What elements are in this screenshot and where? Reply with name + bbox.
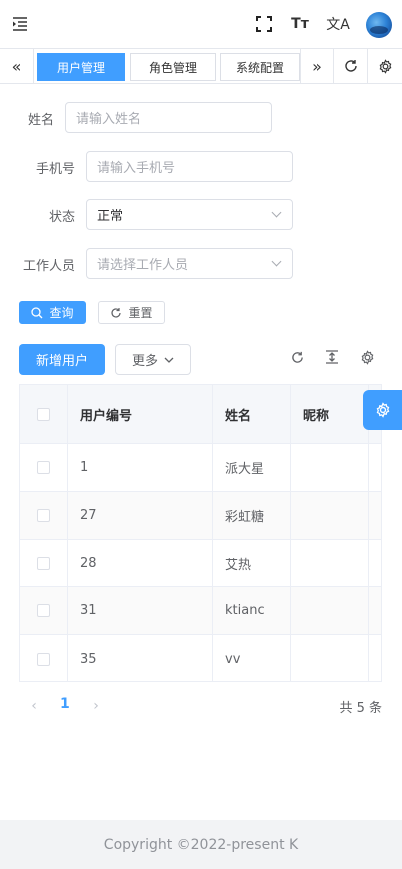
cell-nickname (291, 444, 369, 491)
tab-user-management[interactable]: 用户管理 (37, 53, 125, 81)
table-row: 1 派大星 (20, 444, 381, 492)
cell-overflow (369, 587, 381, 634)
table-row: 31 ktianc (20, 587, 381, 635)
scroll-right-icon[interactable]: » (300, 49, 334, 83)
phone-input[interactable]: 请输入手机号 (86, 151, 293, 182)
tab-role-management[interactable]: 角色管理 (130, 53, 216, 81)
row-checkbox[interactable] (37, 461, 50, 474)
menu-fold-icon[interactable] (8, 12, 32, 36)
cell-id: 35 (68, 635, 213, 681)
cell-overflow (369, 635, 381, 681)
phone-label: 手机号 (35, 162, 75, 177)
cell-overflow (369, 540, 381, 586)
cell-overflow (369, 444, 381, 491)
reset-button[interactable]: 重置 (98, 301, 165, 324)
translate-icon[interactable]: 文A (326, 12, 350, 36)
cell-overflow (369, 492, 381, 539)
next-page-icon[interactable]: › (88, 698, 104, 714)
refresh-icon (111, 307, 122, 318)
query-label: 查询 (49, 306, 74, 320)
cell-nickname (291, 635, 369, 681)
reset-label: 重置 (128, 306, 153, 320)
row-select-cell (20, 492, 68, 539)
tags-view-bar: « 用户管理 角色管理 系统配置 » (0, 48, 402, 84)
cell-name: 艾热 (213, 540, 291, 586)
cell-name: vv (213, 635, 291, 681)
cell-name: ktianc (213, 587, 291, 634)
table-row: 27 彩虹糖 (20, 492, 381, 540)
name-label: 姓名 (27, 113, 54, 128)
scroll-left-icon[interactable]: « (0, 49, 34, 83)
fullscreen-icon[interactable] (252, 12, 276, 36)
row-select-cell (20, 444, 68, 491)
prev-page-icon[interactable]: ‹ (26, 698, 42, 714)
status-select[interactable]: 正常 (86, 199, 293, 230)
column-height-icon[interactable] (323, 348, 341, 366)
column-header-id: 用户编号 (68, 385, 213, 443)
gear-icon (376, 402, 389, 418)
app-header: Tт 文A (0, 0, 402, 48)
cell-name: 彩虹糖 (213, 492, 291, 539)
query-button[interactable]: 查询 (19, 301, 86, 324)
column-header-name: 姓名 (213, 385, 291, 443)
cell-id: 28 (68, 540, 213, 586)
row-select-cell (20, 635, 68, 681)
floating-settings-button[interactable] (363, 390, 402, 430)
row-select-cell (20, 587, 68, 634)
page-footer: Copyright ©2022-present K (0, 820, 402, 869)
copyright-text: Copyright ©2022-present K (103, 836, 299, 853)
status-label: 状态 (48, 210, 75, 225)
user-table: 用户编号 姓名 昵称 1 派大星 27 彩虹糖 28 艾热 31 ktianc … (19, 384, 382, 682)
worker-label: 工作人员 (22, 259, 75, 274)
gear-icon[interactable] (368, 49, 402, 83)
cell-nickname (291, 587, 369, 634)
more-label: 更多 (131, 354, 158, 369)
chevron-down-icon (164, 357, 174, 363)
worker-select[interactable]: 请选择工作人员 (86, 248, 293, 279)
worker-placeholder: 请选择工作人员 (97, 258, 189, 273)
cell-id: 31 (68, 587, 213, 634)
status-value: 正常 (97, 209, 124, 224)
chevron-down-icon (271, 207, 282, 218)
chevron-down-icon (271, 256, 282, 267)
row-select-cell (20, 540, 68, 586)
add-user-button[interactable]: 新增用户 (19, 344, 105, 375)
tab-system-config[interactable]: 系统配置 (220, 53, 300, 81)
avatar[interactable] (366, 12, 392, 38)
table-row: 28 艾热 (20, 540, 381, 587)
select-all-cell (20, 385, 68, 443)
select-all-checkbox[interactable] (37, 407, 50, 421)
table-refresh-icon[interactable] (288, 348, 306, 366)
search-icon (31, 306, 43, 318)
row-checkbox[interactable] (37, 509, 50, 522)
cell-nickname (291, 540, 369, 586)
column-header-nickname: 昵称 (291, 385, 369, 443)
cell-nickname (291, 492, 369, 539)
name-input[interactable]: 请输入姓名 (65, 102, 272, 133)
cell-id: 27 (68, 492, 213, 539)
row-checkbox[interactable] (37, 556, 50, 570)
refresh-icon[interactable] (334, 49, 368, 83)
cell-id: 1 (68, 444, 213, 491)
row-checkbox[interactable] (37, 604, 50, 617)
font-size-icon[interactable]: Tт (288, 12, 312, 36)
row-checkbox[interactable] (37, 652, 50, 666)
current-page[interactable]: 1 (60, 696, 70, 712)
column-settings-icon[interactable] (358, 348, 376, 366)
more-dropdown-button[interactable]: 更多 (115, 344, 191, 375)
cell-name: 派大星 (213, 444, 291, 491)
table-row: 35 vv (20, 635, 381, 681)
pagination-total: 共 5 条 (339, 701, 382, 716)
table-header-row: 用户编号 姓名 昵称 (20, 385, 381, 444)
